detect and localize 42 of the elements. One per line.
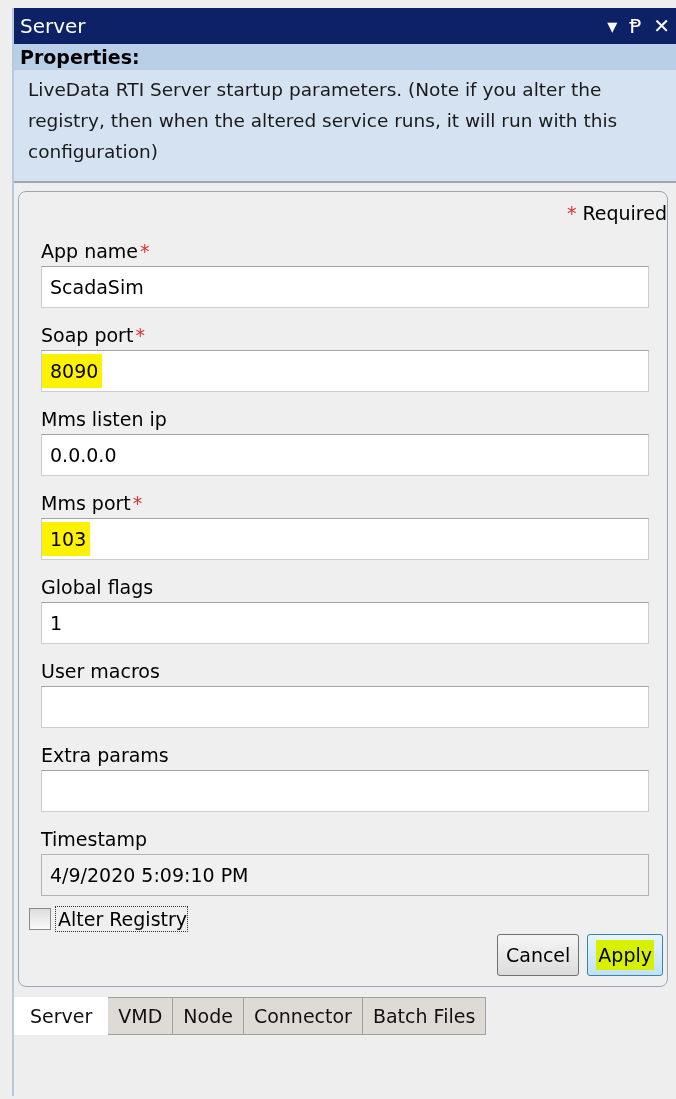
input-field[interactable] xyxy=(41,686,649,728)
checkbox-label[interactable]: Alter Registry xyxy=(55,906,189,932)
field-value: 103 xyxy=(42,522,91,556)
required-note: Required xyxy=(582,202,667,224)
field-value: 4/9/2020 5:09:10 PM xyxy=(49,863,250,888)
input-field[interactable]: 4/9/2020 5:09:10 PM xyxy=(41,854,649,896)
field-value: 0.0.0.0 xyxy=(49,443,118,468)
field-value: ScadaSim xyxy=(49,275,145,300)
required-mark: * xyxy=(132,492,143,514)
input-field[interactable]: ScadaSim xyxy=(41,266,649,308)
field-label: User macros xyxy=(41,660,160,682)
input-field[interactable] xyxy=(41,770,649,812)
required-mark: * xyxy=(135,324,145,346)
field-label: Mms port xyxy=(41,492,131,514)
field-value: 8090 xyxy=(42,354,103,388)
window-control-button[interactable]: ✕ xyxy=(647,14,676,38)
required-mark: * xyxy=(140,240,150,262)
checkbox[interactable] xyxy=(29,908,51,930)
properties-heading: Properties: xyxy=(14,44,676,70)
field-value: 1 xyxy=(49,611,64,636)
window-control-button[interactable]: Ᵽ xyxy=(623,14,648,38)
cancel-button[interactable]: Cancel xyxy=(496,934,580,976)
input-field[interactable]: 1 xyxy=(41,602,649,644)
properties-description: LiveData RTI Server startup parameters. (Note if you alter the registry, then when the altered service runs, it will run with this configuration) xyxy=(27,78,619,164)
field-label: Soap port xyxy=(41,324,134,346)
field-label: Extra params xyxy=(41,744,169,766)
input-field[interactable]: 0.0.0.0 xyxy=(41,434,649,476)
field-label: Mms listen ip xyxy=(41,408,167,430)
tab[interactable]: Connector xyxy=(243,997,363,1035)
tab[interactable]: Node xyxy=(173,997,244,1035)
tab[interactable]: Server xyxy=(14,997,109,1035)
input-field[interactable]: 8090 xyxy=(41,350,649,392)
required-mark: * xyxy=(566,202,577,224)
field-label: Timestamp xyxy=(41,828,148,850)
field-label: App name xyxy=(41,240,139,262)
tab[interactable]: Batch Files xyxy=(362,997,487,1035)
apply-button[interactable]: Apply xyxy=(587,934,663,976)
input-field[interactable]: 103 xyxy=(41,518,649,560)
window-control-button[interactable]: ▾ xyxy=(601,14,624,38)
tab[interactable]: VMD xyxy=(108,997,174,1035)
field-label: Global flags xyxy=(41,576,154,598)
window-title: Server xyxy=(20,14,86,38)
